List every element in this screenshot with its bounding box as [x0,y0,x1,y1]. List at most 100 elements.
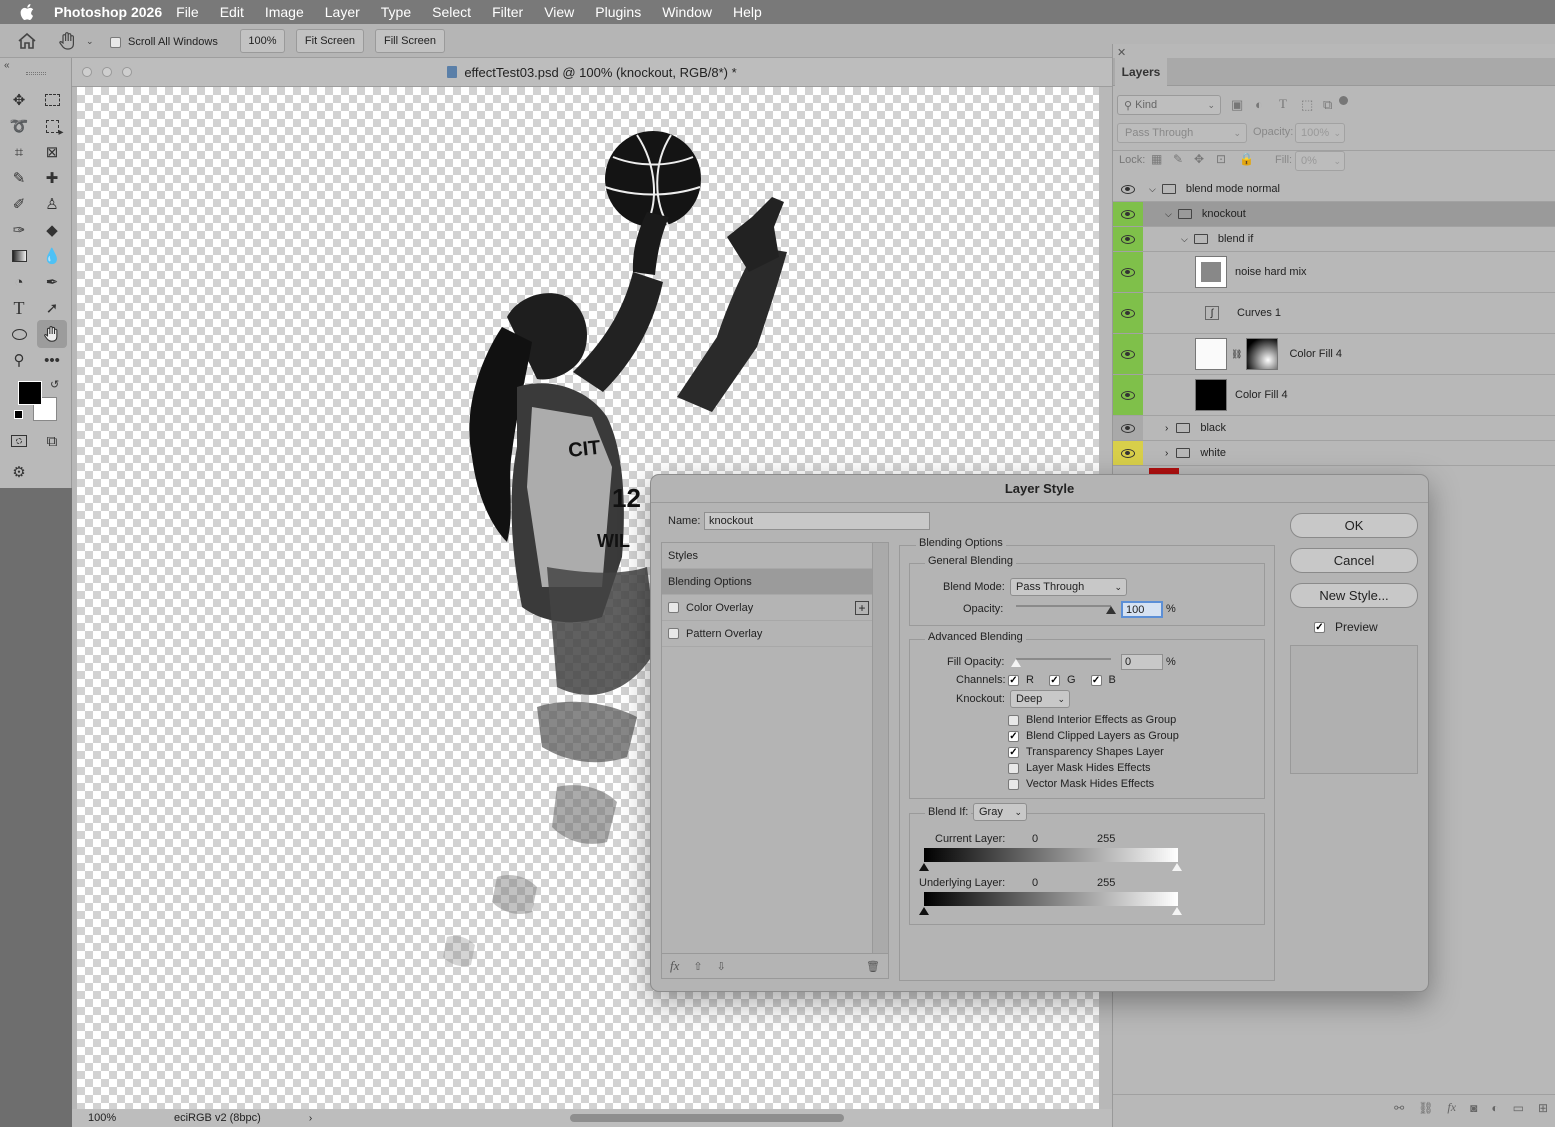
visibility-eye-icon[interactable] [1113,441,1143,465]
fx-icon[interactable]: fx [670,958,679,974]
fill-opacity-input[interactable]: 0 [1121,654,1163,670]
link-icon[interactable]: ⛓ [1231,349,1242,360]
menu-layer[interactable]: Layer [325,4,360,20]
menu-select[interactable]: Select [432,4,471,20]
move-down-icon[interactable]: ⇩ [717,960,726,973]
pen-tool-icon[interactable]: ✒ [40,270,64,294]
underlying-layer-black-handle[interactable] [919,907,929,915]
marquee-tool-icon[interactable] [40,88,64,112]
filter-toggle-icon[interactable] [1339,96,1348,105]
ellipse-tool-icon[interactable] [7,322,31,346]
hand-tool-icon[interactable] [37,320,67,348]
transparency-shapes-option[interactable]: Transparency Shapes Layer [1008,744,1179,760]
chevron-down-icon[interactable]: ⌵ [1181,234,1188,245]
blending-options-item[interactable]: Blending Options [662,569,872,595]
visibility-eye-icon[interactable] [1113,202,1143,226]
crop-tool-icon[interactable]: ⌗ [7,140,31,164]
option-checkbox[interactable] [1008,746,1019,758]
screen-mode-icon[interactable]: ⧉ [40,429,64,453]
quick-mask-icon[interactable] [7,429,31,453]
opacity-slider-handle[interactable] [1106,606,1116,614]
fx-icon[interactable]: fx [1447,1100,1456,1115]
blend-clipped-layers-option[interactable]: Blend Clipped Layers as Group [1008,728,1179,744]
new-style-button[interactable]: New Style... [1290,583,1418,608]
collapse-icon[interactable]: « [4,60,10,71]
current-layer-white-handle[interactable] [1172,863,1182,871]
app-name[interactable]: Photoshop 2026 [54,4,162,20]
layer-row-noise-hard-mix[interactable]: noise hard mix [1113,252,1555,293]
channel-g-checkbox[interactable] [1048,674,1060,686]
styles-item[interactable]: Styles [662,543,872,569]
pattern-overlay-item[interactable]: Pattern Overlay [662,621,872,647]
menu-image[interactable]: Image [265,4,304,20]
layer-row-knockout[interactable]: ⌵ knockout [1113,202,1555,227]
lock-position-icon[interactable]: ✥ [1194,152,1204,166]
zoom-100-button[interactable]: 100% [240,29,285,53]
option-checkbox[interactable] [1008,778,1019,790]
lock-all-icon[interactable]: 🔒 [1239,152,1254,166]
minimize-window-icon[interactable] [102,67,112,77]
visibility-eye-icon[interactable] [1113,252,1143,292]
adjustment-layer-icon[interactable]: ◐ [1491,1101,1498,1115]
layer-opacity-field[interactable]: 100% ⌄ [1295,123,1345,143]
name-field[interactable]: knockout [704,512,930,530]
close-window-icon[interactable] [82,67,92,77]
visibility-eye-icon[interactable] [1113,375,1143,415]
trash-icon[interactable]: 🗑 [866,960,880,973]
eyedropper-tool-icon[interactable]: ✎ [7,166,31,190]
underlying-layer-white-handle[interactable] [1172,907,1182,915]
menu-help[interactable]: Help [733,4,762,20]
chevron-right-icon[interactable]: › [309,1113,312,1124]
hand-tool-preset-icon[interactable] [58,32,78,50]
chevron-down-icon[interactable]: ⌄ [86,36,94,47]
home-icon[interactable] [18,33,36,49]
brush-tool-icon[interactable]: ✐ [7,192,31,216]
menu-window[interactable]: Window [662,4,712,20]
zoom-tool-icon[interactable]: ⚲ [7,348,31,372]
eraser-tool-icon[interactable]: ◆ [40,218,64,242]
add-icon[interactable]: + [855,600,869,615]
chain-icon[interactable]: ⛓ [1418,1101,1433,1115]
scroll-all-windows-checkbox[interactable] [110,36,121,48]
type-tool-icon[interactable]: T [7,296,31,320]
styles-scrollbar[interactable] [872,543,888,953]
chevron-right-icon[interactable]: › [1165,448,1168,459]
layer-row-blend-mode-normal[interactable]: ⌵ blend mode normal [1113,177,1555,202]
layer-mask-thumbnail[interactable] [1246,338,1279,370]
zoom-window-icon[interactable] [122,67,132,77]
path-selection-tool-icon[interactable]: ➚ [40,296,64,320]
visibility-eye-icon[interactable] [1113,416,1143,440]
visibility-eye-icon[interactable] [1113,334,1143,374]
chevron-down-icon[interactable]: ⌵ [1165,209,1172,220]
pattern-overlay-checkbox[interactable] [668,628,679,639]
fill-opacity-slider[interactable] [1011,658,1111,667]
option-checkbox[interactable] [1008,714,1019,726]
layer-row-curves-1[interactable]: ∫ Curves 1 [1113,293,1555,334]
color-overlay-item[interactable]: Color Overlay + [662,595,872,621]
layer-row-white[interactable]: › white [1113,441,1555,466]
layer-fill-field[interactable]: 0% ⌄ [1295,151,1345,171]
gradient-tool-icon[interactable] [7,244,31,268]
foreground-color-swatch[interactable] [18,381,42,405]
history-brush-tool-icon[interactable]: ✑ [7,218,31,242]
filter-smart-object-icon[interactable]: ⧉ [1323,97,1332,113]
layer-row-black[interactable]: › black [1113,416,1555,441]
fit-screen-button[interactable]: Fit Screen [296,29,364,53]
chevron-down-icon[interactable]: ⌵ [1149,184,1156,195]
frame-tool-icon[interactable]: ⊠ [40,140,64,164]
filter-adjustment-icon[interactable]: ◐ [1255,97,1263,112]
menu-view[interactable]: View [544,4,574,20]
edit-toolbar-icon[interactable]: ⚙ [7,460,31,484]
menu-type[interactable]: Type [381,4,411,20]
preview-checkbox[interactable] [1314,621,1325,633]
visibility-eye-icon[interactable] [1113,293,1143,333]
chevron-right-icon[interactable]: › [1165,423,1168,434]
opacity-slider[interactable] [1016,605,1116,614]
move-up-icon[interactable]: ⇧ [693,960,702,973]
horizontal-scrollbar[interactable] [570,1114,844,1122]
apple-menu-icon[interactable] [0,4,54,20]
option-checkbox[interactable] [1008,762,1019,774]
move-tool-icon[interactable]: ✥ [7,88,31,112]
filter-shape-icon[interactable]: ⬚ [1301,97,1313,113]
status-zoom[interactable]: 100% [88,1112,158,1124]
